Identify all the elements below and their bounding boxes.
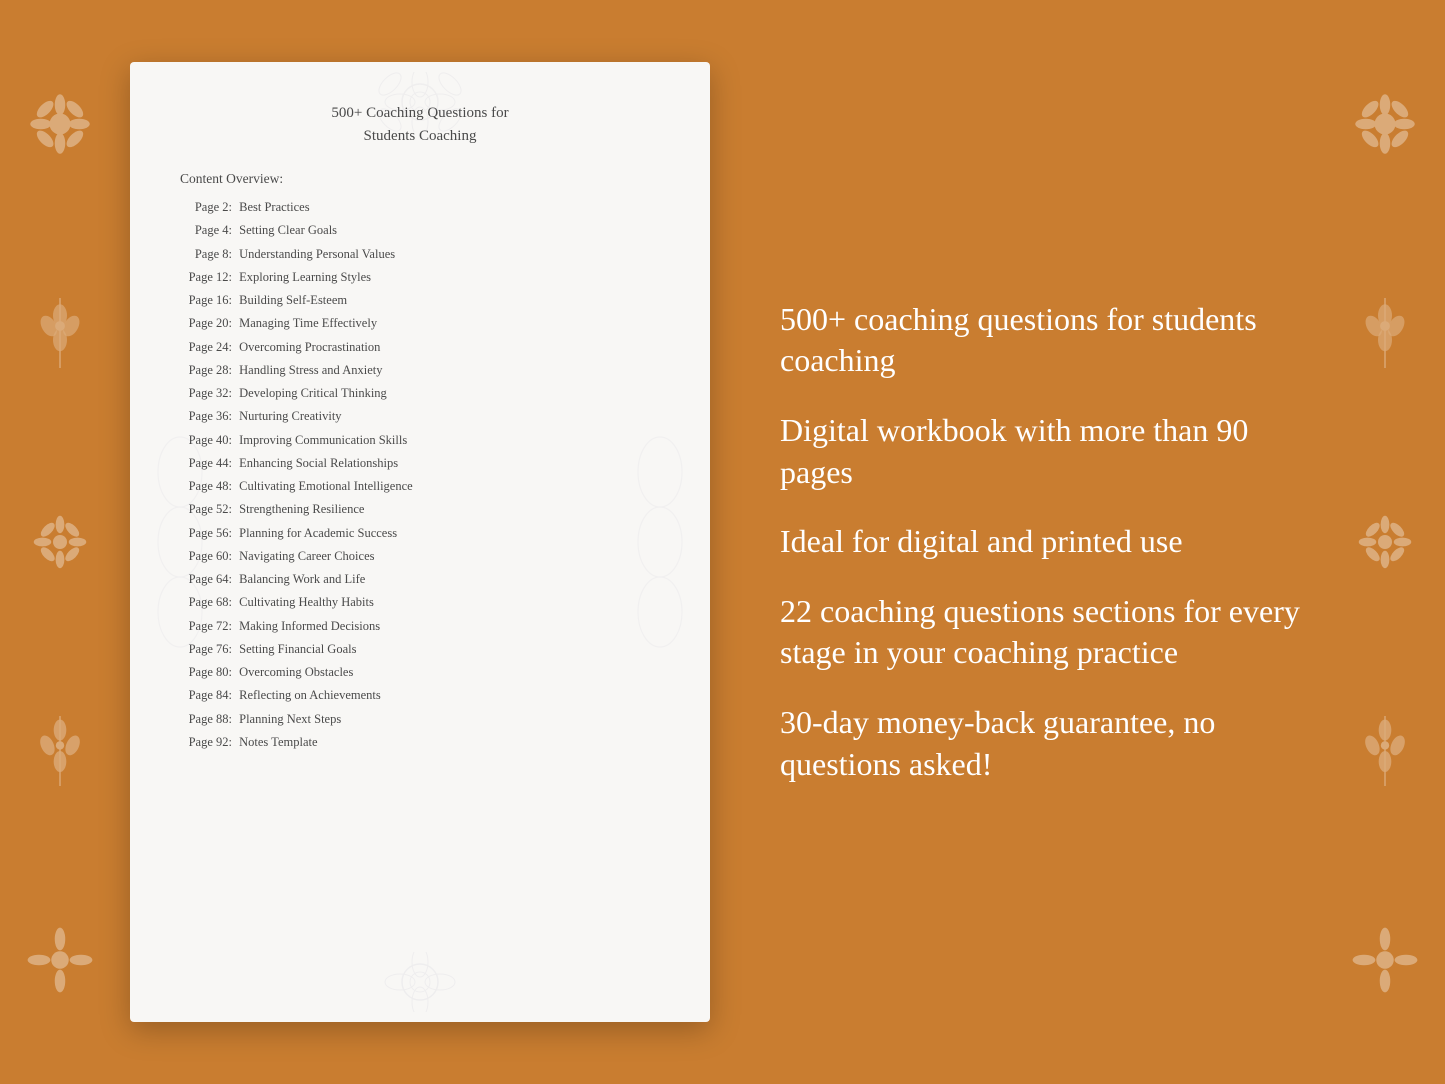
table-row: Page 72: Making Informed Decisions [180,616,660,637]
table-row: Page 32: Developing Critical Thinking [180,383,660,404]
toc-title: Handling Stress and Anxiety [236,363,383,377]
floral-icon [1350,507,1420,577]
toc-page-number: Page 4: [180,220,232,241]
toc-title: Balancing Work and Life [236,572,365,586]
table-row: Page 16: Building Self-Esteem [180,290,660,311]
toc-title: Planning Next Steps [236,712,341,726]
table-row: Page 60: Navigating Career Choices [180,546,660,567]
toc-page-number: Page 8: [180,244,232,265]
feature-item: 30-day money-back guarantee, no question… [780,702,1315,785]
toc-title: Cultivating Healthy Habits [236,595,374,609]
toc-title: Setting Financial Goals [236,642,356,656]
table-row: Page 2: Best Practices [180,197,660,218]
toc-title: Notes Template [236,735,318,749]
floral-icon [25,925,95,995]
floral-icon [1350,925,1420,995]
toc-page-number: Page 2: [180,197,232,218]
floral-icon [1350,89,1420,159]
table-row: Page 8: Understanding Personal Values [180,244,660,265]
feature-item: 22 coaching questions sections for every… [780,591,1315,674]
toc-title: Cultivating Emotional Intelligence [236,479,413,493]
right-panel: 500+ coaching questions for students coa… [770,299,1315,785]
floral-icon [25,89,95,159]
toc-title: Strengthening Resilience [236,502,364,516]
toc-title: Enhancing Social Relationships [236,456,398,470]
toc-page-number: Page 28: [180,360,232,381]
table-row: Page 40: Improving Communication Skills [180,430,660,451]
floral-border-left [0,0,120,1084]
floral-icon [1350,716,1420,786]
table-row: Page 68: Cultivating Healthy Habits [180,592,660,613]
table-row: Page 24: Overcoming Procrastination [180,337,660,358]
toc-title: Building Self-Esteem [236,293,347,307]
document: 500+ Coaching Questions for Students Coa… [130,62,710,1022]
toc-title: Planning for Academic Success [236,526,397,540]
toc-page-number: Page 88: [180,709,232,730]
table-row: Page 52: Strengthening Resilience [180,499,660,520]
floral-icon [25,716,95,786]
table-row: Page 80: Overcoming Obstacles [180,662,660,683]
feature-item: 500+ coaching questions for students coa… [780,299,1315,382]
floral-icon [25,507,95,577]
table-row: Page 88: Planning Next Steps [180,709,660,730]
table-row: Page 76: Setting Financial Goals [180,639,660,660]
floral-border-right [1325,0,1445,1084]
toc-title: Making Informed Decisions [236,619,380,633]
toc-title: Exploring Learning Styles [236,270,371,284]
main-content: 500+ Coaching Questions for Students Coa… [0,0,1445,1084]
toc-title: Overcoming Procrastination [236,340,380,354]
table-row: Page 92: Notes Template [180,732,660,753]
feature-item: Digital workbook with more than 90 pages [780,410,1315,493]
table-row: Page 12: Exploring Learning Styles [180,267,660,288]
watermark-right [620,392,700,692]
toc-title: Reflecting on Achievements [236,688,381,702]
toc-title: Setting Clear Goals [236,223,337,237]
watermark-bottom [270,952,570,1012]
table-row: Page 44: Enhancing Social Relationships [180,453,660,474]
toc-page-number: Page 16: [180,290,232,311]
table-row: Page 4: Setting Clear Goals [180,220,660,241]
toc-page-number: Page 24: [180,337,232,358]
toc-title: Best Practices [236,200,310,214]
table-row: Page 28: Handling Stress and Anxiety [180,360,660,381]
table-row: Page 84: Reflecting on Achievements [180,685,660,706]
watermark-left [140,392,220,692]
table-row: Page 36: Nurturing Creativity [180,406,660,427]
toc-title: Managing Time Effectively [236,316,377,330]
toc-page-number: Page 92: [180,732,232,753]
toc-title: Nurturing Creativity [236,409,342,423]
table-row: Page 48: Cultivating Emotional Intellige… [180,476,660,497]
feature-item: Ideal for digital and printed use [780,521,1315,563]
toc-page-number: Page 12: [180,267,232,288]
toc-title: Understanding Personal Values [236,247,395,261]
toc-page-number: Page 20: [180,313,232,334]
table-row: Page 56: Planning for Academic Success [180,523,660,544]
toc-title: Navigating Career Choices [236,549,375,563]
toc-title: Overcoming Obstacles [236,665,353,679]
floral-icon [1350,298,1420,368]
table-row: Page 64: Balancing Work and Life [180,569,660,590]
watermark-top [270,72,570,132]
floral-icon [25,298,95,368]
table-row: Page 20: Managing Time Effectively [180,313,660,334]
toc-title: Developing Critical Thinking [236,386,387,400]
content-overview-label: Content Overview: [180,171,660,187]
table-of-contents: Page 2: Best PracticesPage 4: Setting Cl… [180,197,660,753]
toc-title: Improving Communication Skills [236,433,407,447]
